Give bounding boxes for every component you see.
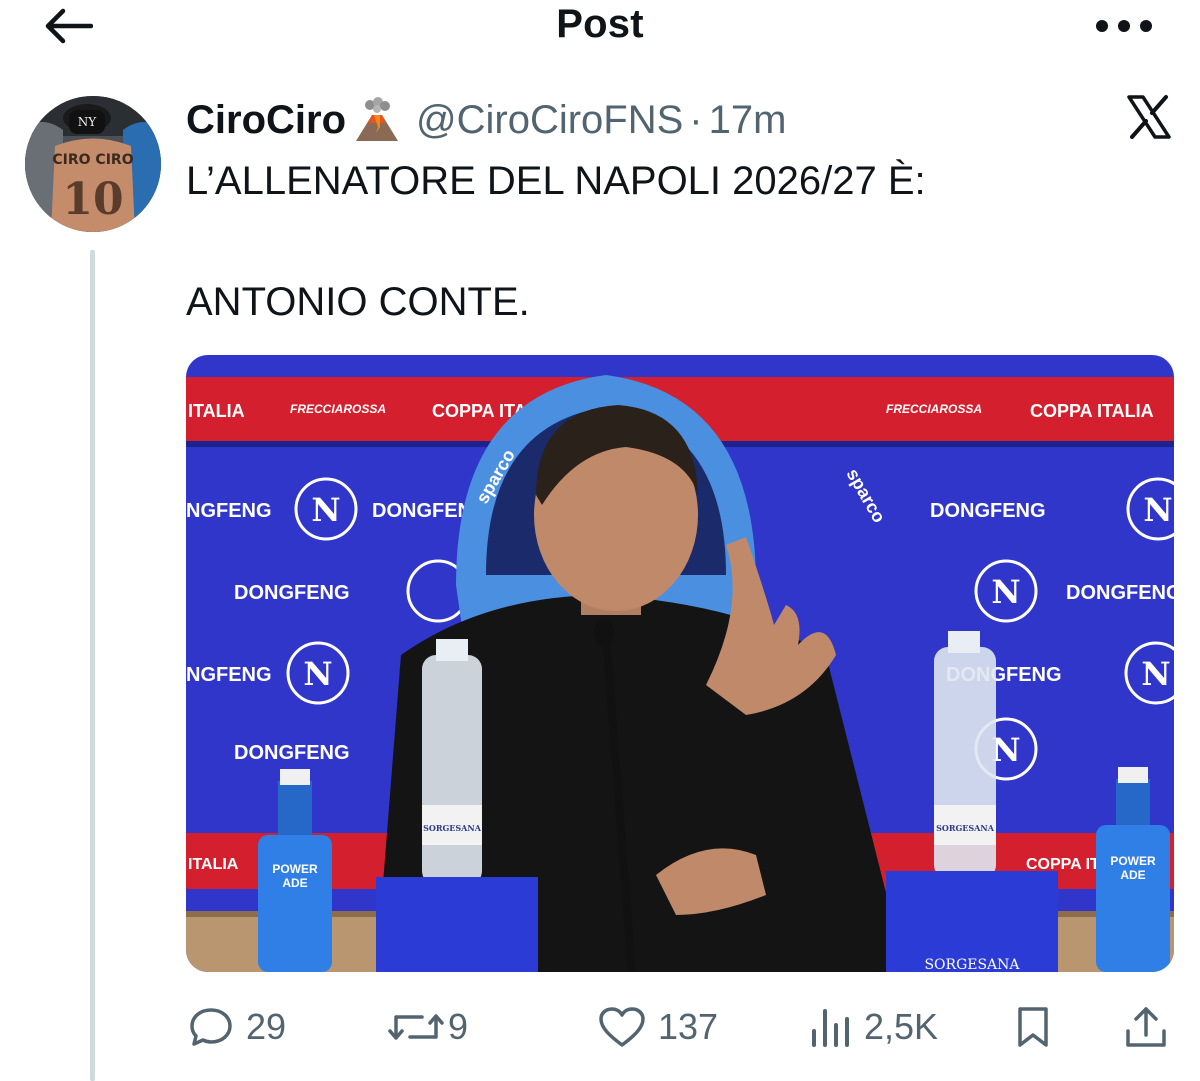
club-logo-1: N [311,491,340,529]
bookmark-button[interactable] [1016,1002,1050,1052]
thread-line [90,250,95,1081]
banner-text-frecciarossa-2: FRECCIAROSSA [886,402,982,416]
more-options-button[interactable] [1092,8,1156,44]
sponsor-row-2a: DONGFENG [234,582,350,604]
club-logo-5: N [1141,655,1170,693]
views-button[interactable]: 2,5K [808,1002,938,1052]
view-count: 2,5K [864,1006,939,1047]
avatar-jersey-icon: NY CIRO CIRO 10 [25,96,161,232]
cube-label-right: SORGESANA [924,957,1020,972]
share-icon [1126,1007,1166,1047]
like-count: 137 [658,1006,719,1047]
post-media-image[interactable]: ITALIA FRECCIAROSSA COPPA ITALIA FRECCIA… [186,355,1174,972]
top-bar: Post [0,0,1200,60]
drink-label-left-1: POWER [272,862,318,876]
press-conference-photo: ITALIA FRECCIAROSSA COPPA ITALIA FRECCIA… [186,355,1174,972]
avatar[interactable]: NY CIRO CIRO 10 [25,96,161,232]
reply-icon [190,1008,232,1046]
sponsor-row-2b: DONGFENG [1066,582,1174,604]
repost-icon [388,1014,444,1040]
reply-count: 29 [246,1006,287,1047]
svg-text:10: 10 [62,174,123,225]
banner-text-frecciarossa: FRECCIAROSSA [290,402,386,416]
club-logo-3: N [991,573,1020,611]
bookmark-icon [1018,1007,1048,1047]
svg-text:CIRO CIRO: CIRO CIRO [52,152,133,168]
post-text-line-1: L’ALLENATORE DEL NAPOLI 2026/27 È: [186,159,926,203]
volcano-icon [352,97,402,143]
ellipsis-icon [1096,20,1152,32]
sponsor-row-1c: DONGFENG [930,500,1046,522]
sponsor-row-4a: DONGFENG [234,742,350,764]
club-logo-4: N [303,655,332,693]
svg-text:NY: NY [78,115,98,129]
bottle-label-left: SORGESANA [423,823,482,833]
analytics-icon [812,1009,849,1047]
banner-text-italia: ITALIA [188,401,245,421]
separator-dot: · [689,97,703,142]
post-header: CiroCiro @CiroCiroFNS · 17m [186,94,786,146]
timestamp[interactable]: 17m [709,98,787,143]
page-title: Post [556,2,644,46]
author-handle[interactable]: @CiroCiroFNS [416,98,683,143]
drink-label-right-1: POWER [1110,854,1156,868]
post-screen: Post NY CIRO CIRO 10 CiroCiro @CiroCiroF… [0,0,1200,1081]
heart-icon [599,1007,645,1047]
club-logo-2: N [1143,491,1172,529]
repost-count: 9 [448,1006,469,1047]
repost-button[interactable]: 9 [388,1002,468,1052]
post-text-line-2: ANTONIO CONTE. [186,280,530,324]
drink-label-left-2: ADE [282,876,307,890]
author-name[interactable]: CiroCiro [186,98,346,143]
sponsor-row-1a: DONGFENG [186,500,272,522]
banner-text-coppa-2: COPPA ITALIA [1030,401,1154,421]
drink-label-right-2: ADE [1120,868,1145,882]
bottle-label-right: SORGESANA [936,823,995,833]
reply-button[interactable]: 29 [188,1002,286,1052]
share-button[interactable] [1124,1002,1168,1052]
x-logo-icon[interactable] [1126,94,1172,140]
sponsor-row-3a: DONGFENG [186,664,272,686]
banner-text-italia-low: ITALIA [188,856,239,873]
like-button[interactable]: 137 [598,1002,718,1052]
